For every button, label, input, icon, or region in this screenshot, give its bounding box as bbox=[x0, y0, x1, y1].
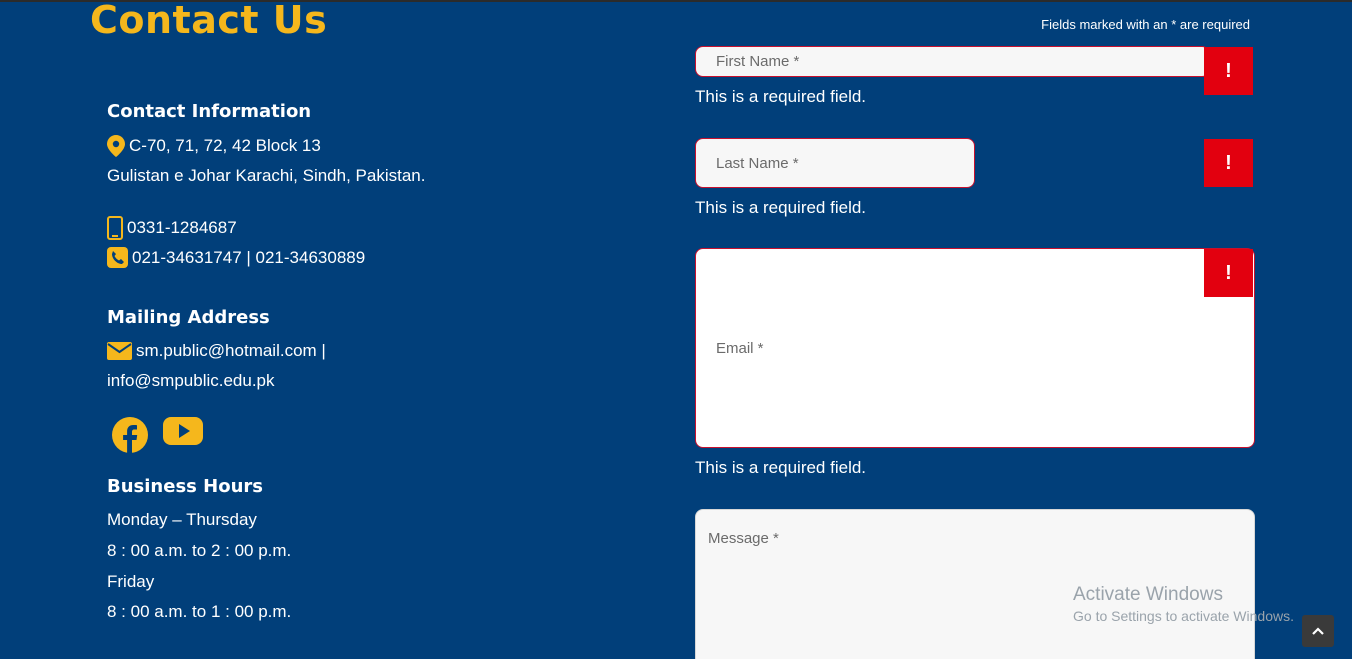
hours-days-1: Monday – Thursday bbox=[107, 510, 257, 529]
last-name-error-text: This is a required field. bbox=[695, 198, 867, 217]
first-name-error-icon: ! bbox=[1204, 47, 1253, 95]
facebook-icon[interactable] bbox=[111, 416, 149, 454]
watermark-title: Activate Windows bbox=[1073, 584, 1223, 605]
address-line-1: C-70, 71, 72, 42 Block 13 bbox=[107, 135, 321, 157]
mobile-phone-icon bbox=[107, 216, 123, 240]
hours-time-2: 8 : 00 a.m. to 1 : 00 p.m. bbox=[107, 602, 292, 621]
scroll-to-top-button[interactable] bbox=[1302, 615, 1334, 647]
hours-time-1: 8 : 00 a.m. to 2 : 00 p.m. bbox=[107, 541, 292, 560]
last-name-error-icon: ! bbox=[1204, 139, 1253, 187]
email-error-text: This is a required field. bbox=[695, 458, 867, 477]
phone-numbers: 021-34631747 | 021-34630889 bbox=[107, 247, 365, 268]
message-placeholder: Message * bbox=[708, 530, 779, 547]
contact-info-heading: Contact Information bbox=[107, 101, 312, 122]
last-name-placeholder: Last Name * bbox=[716, 155, 799, 172]
envelope-icon bbox=[107, 342, 132, 360]
email-line-1: sm.public@hotmail.com | bbox=[107, 341, 326, 361]
email-input[interactable]: Email * bbox=[695, 248, 1255, 448]
phone-icon bbox=[107, 247, 128, 268]
first-name-error-text: This is a required field. bbox=[695, 87, 867, 106]
mobile-number-text: 0331-1284687 bbox=[127, 218, 237, 237]
first-name-placeholder: First Name * bbox=[716, 53, 800, 70]
mobile-number: 0331-1284687 bbox=[107, 216, 237, 240]
youtube-icon[interactable] bbox=[163, 416, 203, 446]
phone-numbers-text: 021-34631747 | 021-34630889 bbox=[132, 247, 366, 267]
page-title: Contact Us bbox=[90, 0, 328, 42]
map-pin-icon bbox=[107, 135, 125, 157]
watermark-subtitle: Go to Settings to activate Windows. bbox=[1073, 608, 1294, 624]
hours-days-2: Friday bbox=[107, 572, 155, 591]
address-line-2: Gulistan e Johar Karachi, Sindh, Pakista… bbox=[107, 166, 426, 185]
first-name-input[interactable]: First Name * bbox=[695, 46, 1210, 77]
mailing-address-heading: Mailing Address bbox=[107, 307, 270, 328]
address-line-1-text: C-70, 71, 72, 42 Block 13 bbox=[129, 136, 321, 155]
business-hours-heading: Business Hours bbox=[107, 476, 263, 497]
email-link-secondary[interactable]: info@smpublic.edu.pk bbox=[107, 371, 275, 391]
email-link-primary[interactable]: sm.public@hotmail.com | bbox=[136, 341, 326, 361]
email-placeholder: Email * bbox=[716, 340, 764, 357]
activate-windows-watermark: Activate Windows Go to Settings to activ… bbox=[1073, 584, 1294, 624]
email-error-icon: ! bbox=[1204, 249, 1253, 297]
chevron-up-icon bbox=[1312, 622, 1324, 640]
last-name-input[interactable]: Last Name * bbox=[695, 138, 975, 188]
required-fields-note: Fields marked with an * are required bbox=[1041, 17, 1250, 32]
